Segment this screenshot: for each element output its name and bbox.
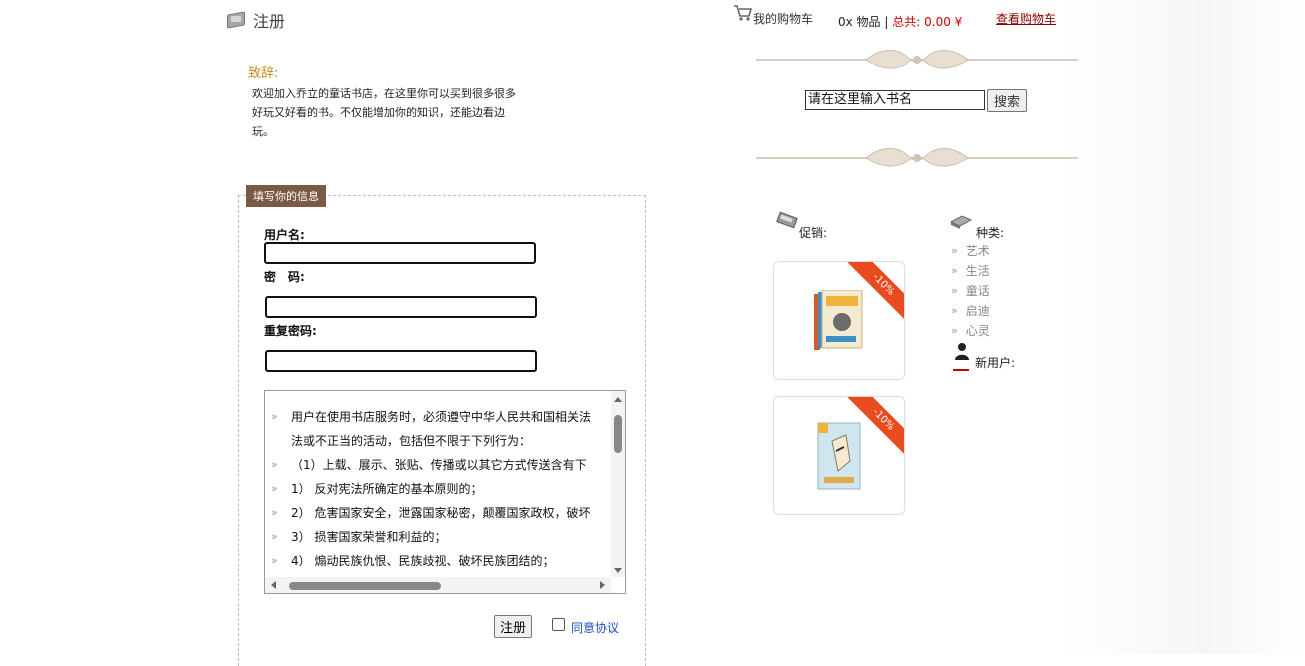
chevron-double-icon <box>271 429 291 453</box>
chevron-double-icon: » <box>271 506 278 519</box>
ornament-divider-bottom <box>756 148 1078 167</box>
category-item[interactable]: » 生活 <box>951 262 990 279</box>
category-label: 种类: <box>976 226 1005 240</box>
page-header: 注册 <box>225 8 285 32</box>
terms-line: » （1）上载、展示、张贴、传播或以其它方式传送含有下 <box>271 453 611 477</box>
category-book-icon <box>950 215 972 229</box>
terms-line-text: 4） 煽动民族仇恨、民族歧视、破坏民族团结的； <box>291 554 555 568</box>
vertical-scrollbar[interactable] <box>611 391 625 577</box>
new-user-underline <box>953 369 969 371</box>
category-item-label[interactable]: 童话 <box>966 282 990 299</box>
promo-product-card[interactable]: -10% <box>773 261 905 380</box>
horizontal-scrollbar[interactable] <box>265 577 611 593</box>
cart-label[interactable]: 我的购物车 <box>753 10 813 27</box>
cart-total: 总共: 0.00 ¥ <box>892 15 963 29</box>
chevron-double-icon: » <box>951 264 958 277</box>
chevron-double-icon: » <box>951 284 958 297</box>
agree-checkbox[interactable] <box>552 618 565 631</box>
greeting-text: 欢迎加入乔立的童话书店，在这里你可以买到很多很多好玩又好看的书。不仅能增加你的知… <box>252 87 516 138</box>
terms-line: » 2） 危害国家安全，泄露国家秘密，颠覆国家政权，破坏 <box>271 501 611 525</box>
terms-line-text: 法或不正当的活动，包括但不限于下列行为： <box>291 434 532 448</box>
search-input[interactable]: 请在这里输入书名 <box>805 90 985 110</box>
book-cover-image <box>817 422 861 490</box>
register-button[interactable]: 注册 <box>494 615 533 638</box>
book-cover-image <box>814 290 863 350</box>
terms-line: » 用户在使用书店服务时，必须遵守中华人民共和国相关法 <box>271 405 611 429</box>
promo-label: 促销: <box>799 226 828 240</box>
user-icon <box>955 343 969 360</box>
category-item-label[interactable]: 生活 <box>966 262 990 279</box>
password-label: 密 码: <box>264 270 305 284</box>
terms-textarea[interactable]: » 用户在使用书店服务时，必须遵守中华人民共和国相关法 法或不正当的活动，包括但不限… <box>264 390 626 594</box>
chevron-double-icon: » <box>271 554 278 567</box>
category-item[interactable]: » 启迪 <box>951 302 990 319</box>
cart-summary: 0x 物品 | 总共: 0.00 ¥ <box>838 13 962 30</box>
confirm-password-input[interactable] <box>265 350 537 372</box>
terms-line-text: 2） 危害国家安全，泄露国家秘密，颠覆国家政权，破坏 <box>291 506 591 520</box>
cart-count: 0x 物品 <box>838 15 881 29</box>
category-item-label[interactable]: 启迪 <box>966 302 990 319</box>
terms-line-text: 1） 反对宪法所确定的基本原则的； <box>291 482 483 496</box>
chevron-double-icon: » <box>951 324 958 337</box>
terms-line-text: （1）上载、展示、张贴、传播或以其它方式传送含有下 <box>291 458 587 472</box>
category-item[interactable]: » 艺术 <box>951 242 990 259</box>
cart-icon <box>734 5 753 21</box>
category-item-label[interactable]: 心灵 <box>966 322 990 339</box>
chevron-double-icon: » <box>951 304 958 317</box>
username-label: 用户名: <box>264 228 305 242</box>
cart-separator: | <box>884 15 889 29</box>
promo-product-card[interactable]: -10% <box>773 396 905 515</box>
terms-line: 法或不正当的活动，包括但不限于下列行为： <box>271 429 611 453</box>
search-button[interactable]: 搜索 <box>987 89 1028 112</box>
chevron-double-icon: » <box>951 244 958 257</box>
background-panel <box>1060 0 1305 654</box>
scroll-thumb[interactable] <box>614 415 622 453</box>
chevron-double-icon: » <box>271 482 278 495</box>
book-icon <box>225 11 245 29</box>
scroll-down-icon[interactable] <box>614 568 622 573</box>
terms-line: » 3） 损害国家荣誉和利益的； <box>271 525 611 549</box>
scroll-left-icon[interactable] <box>271 581 276 589</box>
register-panel: 注册 致辞: 欢迎加入乔立的童话书店，在这里你可以买到很多很多好玩又好看的书。不… <box>205 0 675 666</box>
chevron-double-icon: » <box>271 530 278 543</box>
agree-terms-link[interactable]: 同意协议 <box>571 619 619 636</box>
confirm-password-label: 重复密码: <box>264 324 317 338</box>
ornament-divider-top <box>756 50 1078 69</box>
terms-content: » 用户在使用书店服务时，必须遵守中华人民共和国相关法 法或不正当的活动，包括但不限… <box>271 405 611 573</box>
view-cart-link[interactable]: 查看购物车 <box>996 10 1056 27</box>
chevron-double-icon: » <box>271 410 278 423</box>
scroll-right-icon[interactable] <box>600 581 605 589</box>
greeting-heading: 致辞: <box>248 66 279 81</box>
category-item-label[interactable]: 艺术 <box>966 242 990 259</box>
terms-line-text: 用户在使用书店服务时，必须遵守中华人民共和国相关法 <box>291 410 592 424</box>
scroll-thumb-horizontal[interactable] <box>289 582 441 590</box>
page: 注册 致辞: 欢迎加入乔立的童话书店，在这里你可以买到很多很多好玩又好看的书。不… <box>0 0 1305 666</box>
new-user-label: 新用户: <box>975 356 1016 370</box>
fieldset-legend: 填写你的信息 <box>246 185 326 207</box>
category-item[interactable]: » 心灵 <box>951 322 990 339</box>
page-title: 注册 <box>253 12 286 31</box>
terms-line: » 1） 反对宪法所确定的基本原则的； <box>271 477 611 501</box>
terms-line-text: 3） 损害国家荣誉和利益的； <box>291 530 447 544</box>
scroll-up-icon[interactable] <box>614 397 622 402</box>
chevron-double-icon: » <box>271 458 278 471</box>
promo-book-icon <box>776 211 798 229</box>
category-item[interactable]: » 童话 <box>951 282 990 299</box>
terms-line: » 4） 煽动民族仇恨、民族歧视、破坏民族团结的； <box>271 549 611 573</box>
username-input[interactable] <box>264 242 536 264</box>
password-input[interactable] <box>265 296 537 318</box>
